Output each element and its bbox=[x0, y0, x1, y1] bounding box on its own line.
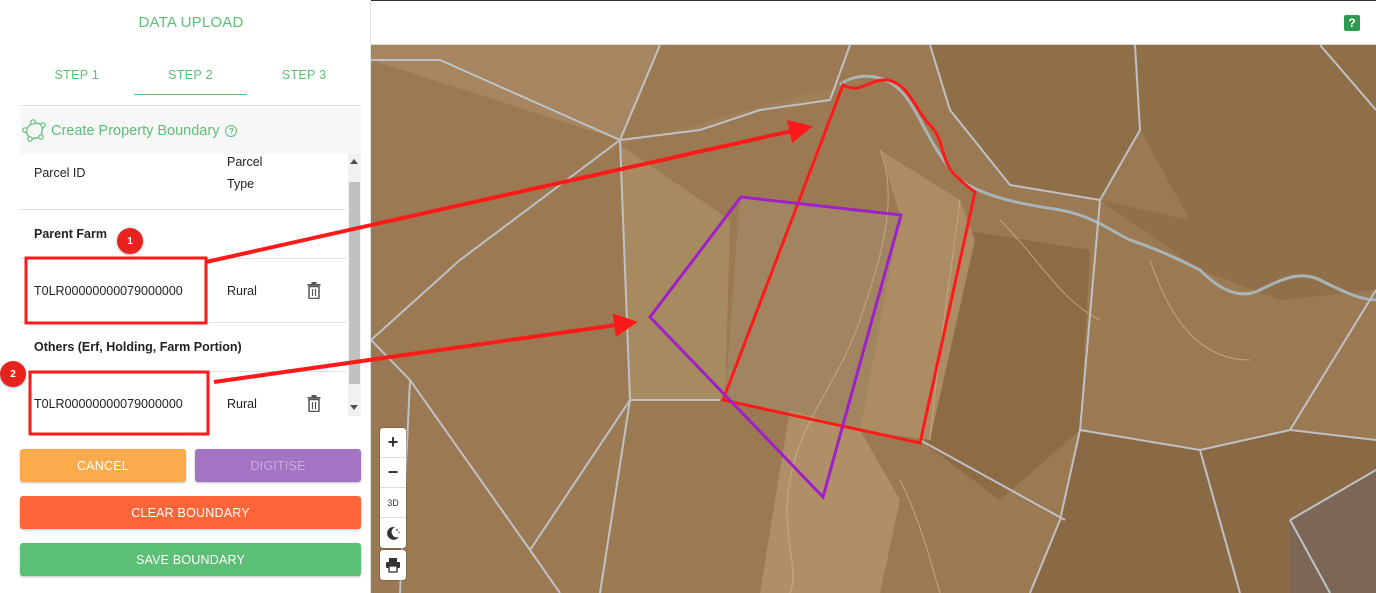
table-header: Parcel ID Parcel Type bbox=[20, 154, 346, 210]
group-others: Others (Erf, Holding, Farm Portion) bbox=[20, 324, 346, 372]
create-boundary-header: Create Property Boundary ? bbox=[20, 108, 361, 154]
row-parcel-type: Rural bbox=[227, 397, 257, 411]
scroll-up-arrow[interactable] bbox=[350, 159, 358, 164]
table-row: T0LR00000000079000000 Rural bbox=[20, 259, 346, 323]
app-root: DATA UPLOAD STEP 1 STEP 2 STEP 3 Create … bbox=[0, 0, 1376, 593]
table-row: T0LR00000000079000000 Rural bbox=[20, 372, 346, 416]
map-canvas bbox=[371, 45, 1376, 593]
map-controls: + − 3D bbox=[380, 428, 406, 580]
tab-step-1[interactable]: STEP 1 bbox=[20, 56, 134, 105]
header-parcel-type-2: Type bbox=[227, 177, 255, 191]
polygon-icon bbox=[22, 119, 46, 142]
scroll-thumb[interactable] bbox=[349, 182, 360, 384]
parcel-table: Parcel ID Parcel Type Parent Farm T0LR00… bbox=[20, 154, 361, 416]
annotation-badge-1: 1 bbox=[117, 228, 143, 254]
help-square-icon[interactable]: ? bbox=[1344, 15, 1360, 31]
zoom-controls: + − 3D bbox=[380, 428, 406, 548]
cancel-button[interactable]: CANCEL bbox=[20, 449, 186, 482]
row-parcel-id: T0LR00000000079000000 bbox=[34, 397, 183, 411]
zoom-out-button[interactable]: − bbox=[380, 458, 406, 488]
zoom-in-button[interactable]: + bbox=[380, 428, 406, 458]
section-title: Create Property Boundary bbox=[51, 123, 220, 139]
tab-step-2[interactable]: STEP 2 bbox=[133, 56, 248, 105]
compass-3d-icon[interactable]: 3D bbox=[380, 488, 406, 518]
moon-icon[interactable] bbox=[380, 518, 406, 548]
help-circle-icon[interactable]: ? bbox=[225, 125, 238, 137]
data-upload-panel: DATA UPLOAD STEP 1 STEP 2 STEP 3 Create … bbox=[0, 0, 371, 593]
annotation-badge-2: 2 bbox=[0, 361, 26, 387]
step-tabs: STEP 1 STEP 2 STEP 3 bbox=[20, 56, 361, 106]
moon-icon-glyph bbox=[387, 526, 400, 540]
print-icon[interactable] bbox=[380, 550, 406, 580]
table-scrollbar[interactable] bbox=[348, 154, 361, 416]
trash-icon[interactable] bbox=[307, 282, 321, 299]
print-icon-glyph bbox=[386, 558, 400, 573]
header-parcel-type-1: Parcel bbox=[227, 155, 263, 169]
tab-step-3[interactable]: STEP 3 bbox=[247, 56, 361, 105]
header-parcel-id: Parcel ID bbox=[34, 166, 86, 180]
save-boundary-button[interactable]: SAVE BOUNDARY bbox=[20, 543, 361, 576]
panel-title: DATA UPLOAD bbox=[138, 14, 244, 31]
clear-boundary-button[interactable]: CLEAR BOUNDARY bbox=[20, 496, 361, 529]
row-parcel-type: Rural bbox=[227, 284, 257, 298]
map-view[interactable] bbox=[371, 45, 1376, 593]
scroll-down-arrow[interactable] bbox=[350, 405, 358, 410]
trash-icon[interactable] bbox=[307, 395, 321, 412]
digitise-button[interactable]: DIGITISE bbox=[195, 449, 361, 482]
row-parcel-id: T0LR00000000079000000 bbox=[34, 284, 183, 298]
map-top-bar: ? bbox=[371, 0, 1376, 45]
group-parent-farm: Parent Farm bbox=[20, 211, 346, 259]
